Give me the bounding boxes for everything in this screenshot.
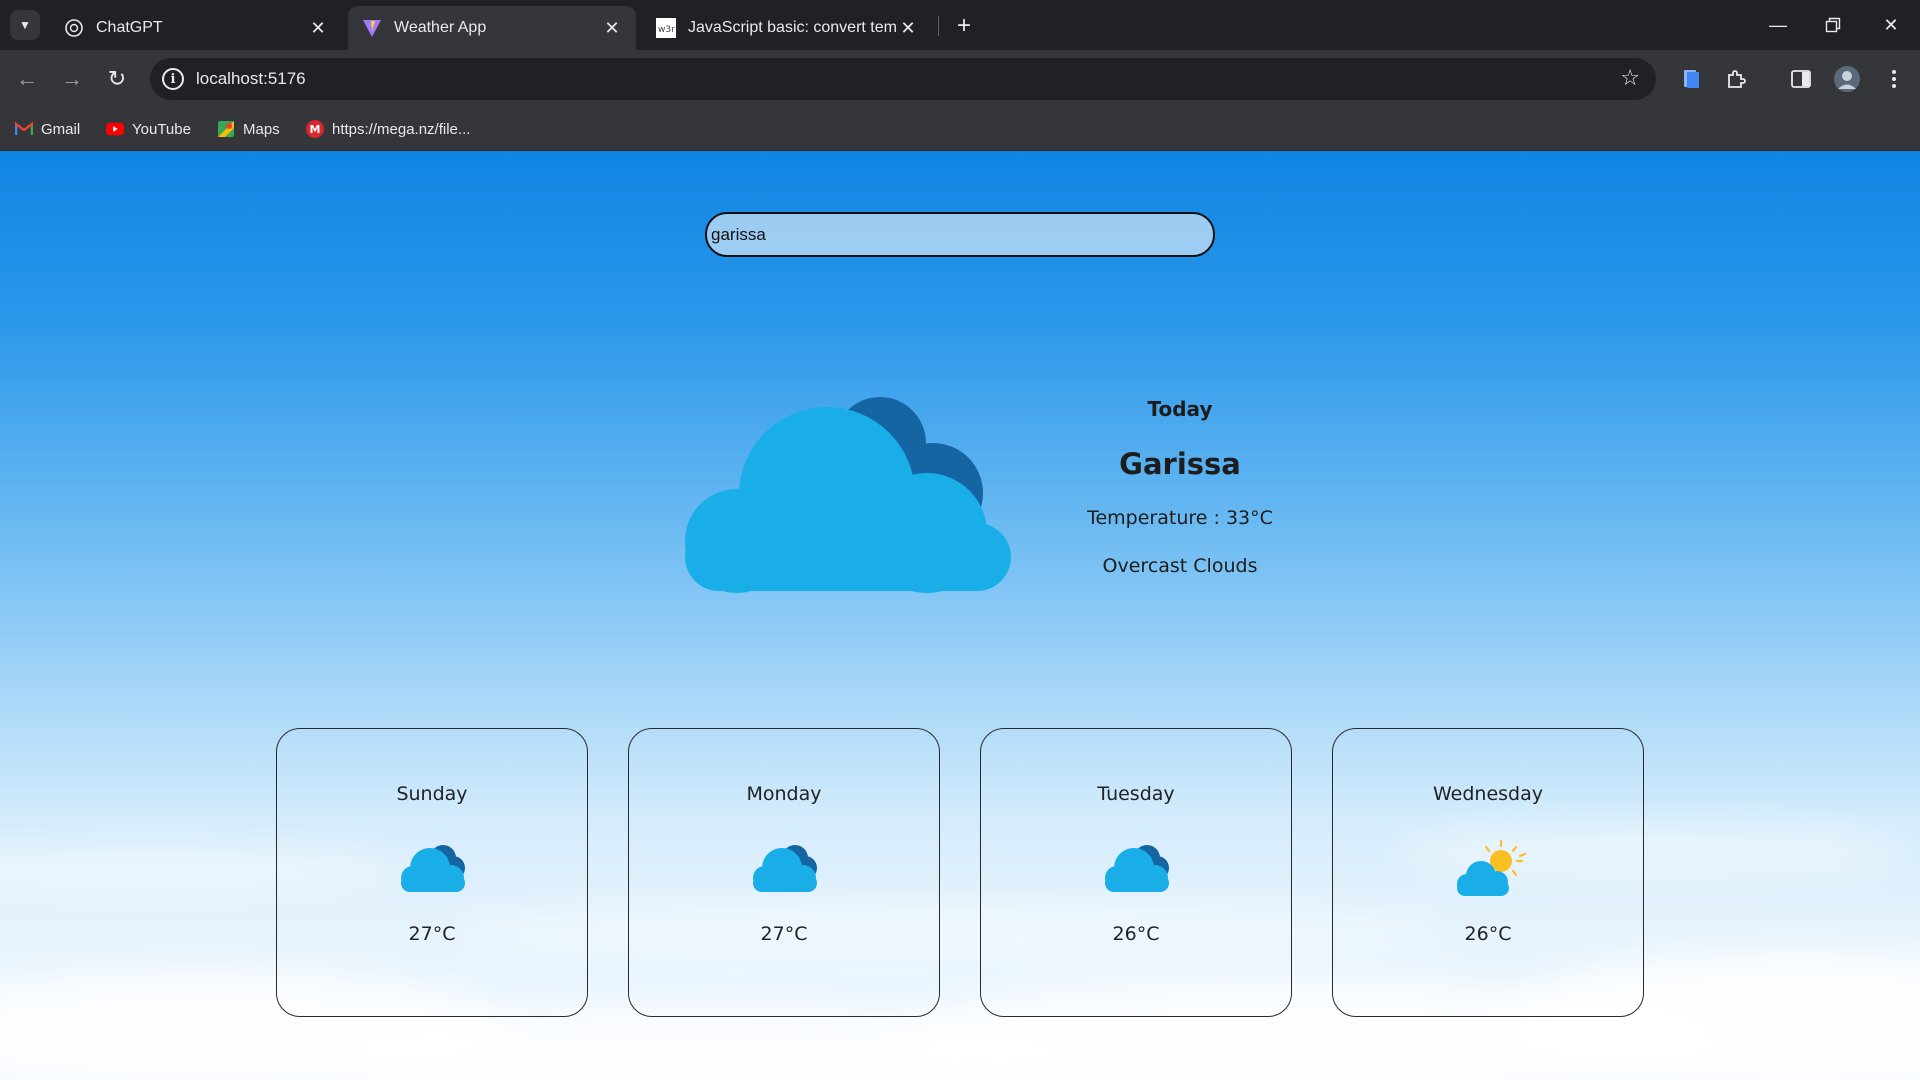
cloud-icon	[401, 845, 465, 892]
svg-text:w3r: w3r	[658, 25, 675, 35]
tab-divider	[938, 16, 939, 36]
bookmark-star-icon[interactable]: ☆	[1620, 65, 1640, 91]
city-name: Garissa	[1119, 447, 1241, 481]
side-panel-icon[interactable]	[1786, 64, 1816, 94]
bookmarks-bar: Gmail YouTube Maps M https://mega.nz/fil…	[0, 108, 1920, 151]
forecast-temperature: 27°C	[408, 923, 456, 945]
bookmark-label: YouTube	[132, 120, 191, 138]
site-info-icon[interactable]: i	[162, 68, 184, 90]
tab-search-button[interactable]: ▼	[10, 10, 40, 40]
menu-kebab-icon[interactable]	[1879, 64, 1909, 94]
new-tab-button[interactable]: +	[950, 12, 978, 40]
close-icon: ✕	[1883, 14, 1899, 35]
browser-toolbar: ← → ↻ i localhost:5176 ☆	[0, 50, 1920, 140]
address-bar[interactable]: i localhost:5176 ☆	[150, 58, 1656, 100]
avatar[interactable]	[1832, 64, 1862, 94]
bookmark-gmail[interactable]: Gmail	[15, 116, 80, 142]
mega-icon: M	[306, 120, 324, 138]
bookmark-label: Maps	[243, 120, 280, 138]
back-button[interactable]: ←	[11, 63, 43, 95]
close-tab-icon[interactable]: ✕	[308, 18, 328, 39]
minimize-button[interactable]: —	[1758, 8, 1798, 42]
gmail-icon	[15, 120, 33, 138]
arrow-right-icon: →	[61, 66, 83, 91]
forecast-temperature: 26°C	[1464, 923, 1512, 945]
bookmark-label: Gmail	[41, 120, 81, 138]
tab-bar: ▼ ChatGPT ✕ Weather App ✕ w3r JavaScript…	[0, 0, 1920, 50]
vite-icon	[362, 18, 382, 38]
plus-icon: +	[956, 12, 971, 39]
forecast-card-monday: Monday 27°C	[628, 728, 940, 1017]
close-tab-icon[interactable]: ✕	[898, 18, 918, 39]
bookmark-maps[interactable]: Maps	[217, 116, 280, 142]
bookmark-youtube[interactable]: YouTube	[106, 116, 191, 142]
forecast-card-wednesday: Wednesday 26°C	[1332, 728, 1644, 1017]
forecast-card-tuesday: Tuesday 26°C	[980, 728, 1292, 1017]
close-window-button[interactable]: ✕	[1871, 8, 1911, 42]
tab-title: ChatGPT	[96, 19, 163, 36]
chevron-down-icon: ▼	[19, 18, 31, 32]
tab-weather-app[interactable]: Weather App ✕	[348, 6, 636, 50]
cloud-icon	[1105, 845, 1169, 892]
reload-icon: ↻	[107, 66, 127, 91]
city-search-input[interactable]	[705, 212, 1215, 257]
forecast-day: Wednesday	[1432, 783, 1543, 805]
tab-javascript-basic[interactable]: w3r JavaScript basic: convert tempe ✕	[642, 6, 932, 50]
minimize-icon: —	[1769, 14, 1787, 35]
overcast-clouds-icon	[685, 397, 1011, 593]
extensions-puzzle-icon[interactable]	[1721, 64, 1751, 94]
current-temperature: Temperature : 33°C	[1087, 507, 1273, 529]
restore-button[interactable]	[1813, 8, 1853, 42]
forecast-temperature: 26°C	[1112, 923, 1160, 945]
cloud-icon	[753, 845, 817, 892]
tab-title: Weather App	[394, 19, 487, 36]
bookmark-mega[interactable]: M https://mega.nz/file...	[306, 116, 470, 142]
youtube-icon	[106, 120, 124, 138]
weather-description: Overcast Clouds	[1102, 555, 1258, 577]
forecast-day: Sunday	[396, 783, 468, 805]
tab-title: JavaScript basic: convert tempe	[688, 19, 898, 36]
maps-icon	[217, 120, 235, 138]
forecast-temperature: 27°C	[760, 923, 808, 945]
chatgpt-icon	[64, 18, 84, 38]
w3resource-icon: w3r	[656, 18, 676, 38]
forecast-day: Monday	[746, 783, 822, 805]
tab-chatgpt[interactable]: ChatGPT ✕	[50, 6, 342, 50]
today-heading: Today	[1147, 397, 1213, 421]
current-weather-panel: Today Garissa Temperature : 33°C Overcas…	[1040, 391, 1320, 577]
forecast-day: Tuesday	[1097, 783, 1175, 805]
restore-icon	[1825, 17, 1841, 33]
google-docs-extension-icon[interactable]	[1676, 64, 1706, 94]
weather-page: Today Garissa Temperature : 33°C Overcas…	[0, 151, 1920, 1080]
partly-sunny-icon	[1457, 840, 1527, 896]
forward-button[interactable]: →	[56, 63, 88, 95]
bookmark-label: https://mega.nz/file...	[332, 120, 471, 138]
close-tab-icon[interactable]: ✕	[602, 18, 622, 39]
reload-button[interactable]: ↻	[101, 63, 133, 95]
forecast-card-sunday: Sunday 27°C	[276, 728, 588, 1017]
svg-text:M: M	[310, 123, 321, 136]
arrow-left-icon: ←	[16, 66, 38, 91]
url-text[interactable]: localhost:5176	[196, 69, 306, 89]
